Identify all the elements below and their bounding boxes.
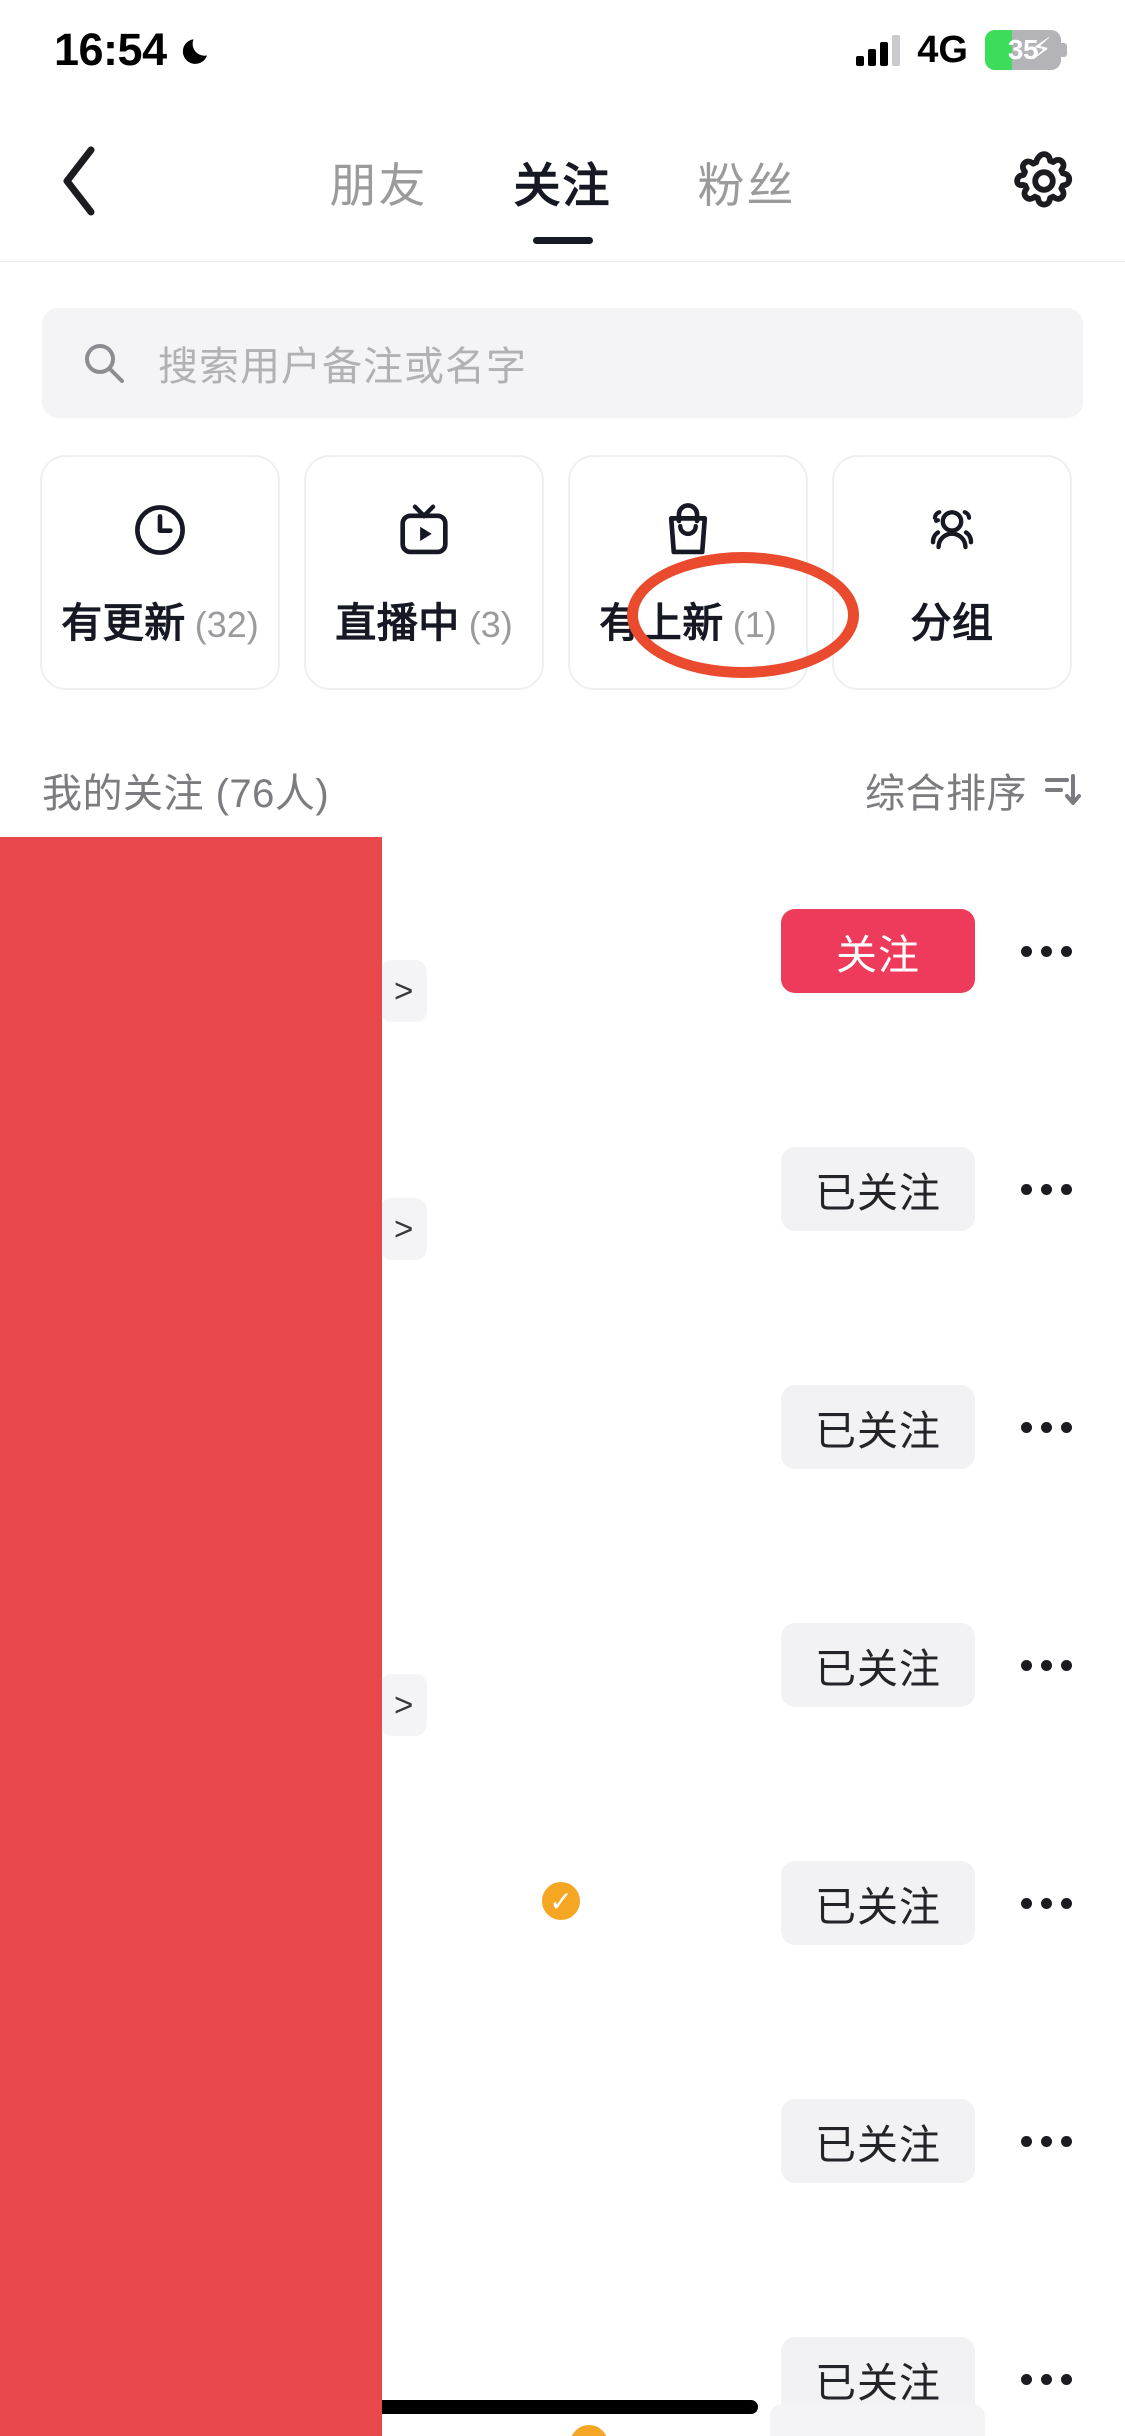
row-actions: 已关注 <box>781 1308 1125 1546</box>
tab-friends[interactable]: 朋友 <box>330 100 428 262</box>
row-expand-chip[interactable] <box>770 2404 985 2436</box>
row-actions: 已关注 <box>781 1546 1125 1784</box>
filter-chip-live[interactable]: 直播中 (3) <box>304 455 544 690</box>
cellular-signal-icon <box>856 34 901 66</box>
home-indicator <box>367 2400 758 2414</box>
filter-chip-newarrivals-label: 有上新 <box>599 599 724 646</box>
settings-button[interactable] <box>1001 138 1087 224</box>
sort-label: 综合排序 <box>865 772 1027 816</box>
sort-filter-icon <box>1045 774 1081 805</box>
following-button[interactable]: 已关注 <box>781 1147 975 1231</box>
status-bar-left: 16:54 <box>54 24 215 76</box>
following-count-label: 我的关注 (76人) <box>42 772 330 816</box>
filter-chip-live-label: 直播中 <box>335 599 460 646</box>
search-placeholder: 搜索用户备注或名字 <box>158 345 527 389</box>
search-icon <box>85 344 124 383</box>
row-actions: 已关注 <box>781 1784 1125 2022</box>
filter-chip-updates-label: 有更新 <box>61 599 186 646</box>
filter-chip-row: 有更新 (32) 直播中 (3) 有上新 (1) 分组 <box>40 455 1085 690</box>
filter-chip-groups[interactable]: 分组 <box>832 455 1072 690</box>
verified-badge-icon: ✓ <box>537 1877 585 1925</box>
status-bar: 16:54 4G 35 ⚡ <box>0 0 1125 100</box>
tab-active-underline <box>532 237 593 244</box>
sort-button[interactable]: 综合排序 <box>865 761 1085 819</box>
following-button[interactable]: 已关注 <box>781 1385 975 1469</box>
row-actions: 已关注 <box>781 2022 1125 2260</box>
gear-icon <box>1014 150 1073 207</box>
row-expand-chip-label: > <box>394 972 414 1009</box>
group-people-icon <box>919 497 985 563</box>
status-bar-right: 4G 35 ⚡ <box>856 29 1067 72</box>
tab-bar: 朋友 关注 粉丝 <box>330 100 796 262</box>
filter-chip-newarrivals[interactable]: 有上新 (1) <box>568 455 808 690</box>
tab-fans[interactable]: 粉丝 <box>698 100 796 262</box>
tab-following[interactable]: 关注 <box>514 100 612 262</box>
tab-friends-label: 朋友 <box>329 158 428 212</box>
crescent-moon-icon <box>181 33 215 67</box>
search-bar[interactable]: 搜索用户备注或名字 <box>42 308 1083 418</box>
row-expand-chip[interactable]: > <box>380 1674 428 1736</box>
row-expand-chip-label: > <box>394 1686 414 1723</box>
section-header: 我的关注 (76人) 综合排序 <box>0 750 1125 830</box>
battery-indicator: 35 ⚡ <box>985 30 1067 70</box>
filter-chip-groups-label: 分组 <box>910 599 994 646</box>
following-button[interactable]: 已关注 <box>781 1861 975 1945</box>
network-type-label: 4G <box>917 28 968 71</box>
row-expand-chip-label: > <box>394 1210 414 1247</box>
follow-button[interactable]: 关注 <box>781 909 975 993</box>
tab-following-label: 关注 <box>513 158 612 212</box>
more-dots-icon[interactable] <box>1009 1623 1083 1707</box>
clock-icon <box>129 497 191 563</box>
row-expand-chip[interactable]: > <box>380 960 428 1022</box>
following-button[interactable]: 已关注 <box>781 1623 975 1707</box>
following-button[interactable]: 已关注 <box>781 2099 975 2183</box>
filter-chip-live-count: (3) <box>468 603 513 645</box>
battery-charging-bolt-icon: ⚡ <box>1030 33 1052 66</box>
more-dots-icon[interactable] <box>1009 1147 1083 1231</box>
chevron-left-icon <box>63 146 95 215</box>
tab-fans-label: 粉丝 <box>697 158 796 212</box>
filter-chip-updates[interactable]: 有更新 (32) <box>40 455 280 690</box>
row-actions: 已关注 <box>781 1070 1125 1308</box>
row-expand-chip[interactable]: > <box>380 1198 428 1260</box>
status-time: 16:54 <box>54 24 167 75</box>
more-dots-icon[interactable] <box>1009 1861 1083 1945</box>
more-dots-icon[interactable] <box>1009 1385 1083 1469</box>
more-dots-icon[interactable] <box>1009 909 1083 993</box>
navigation-bar: 朋友 关注 粉丝 <box>0 100 1125 262</box>
row-actions: 关注 <box>781 832 1125 1070</box>
shopping-bag-icon <box>657 497 719 563</box>
filter-chip-newarrivals-count: (1) <box>732 603 777 645</box>
live-tv-icon <box>393 497 455 563</box>
search-input[interactable]: 搜索用户备注或名字 <box>42 308 1083 418</box>
filter-chip-updates-count: (32) <box>194 603 259 645</box>
more-dots-icon[interactable] <box>1009 2337 1083 2421</box>
back-button[interactable] <box>40 141 120 221</box>
privacy-mask-overlay <box>0 837 382 2436</box>
more-dots-icon[interactable] <box>1009 2099 1083 2183</box>
app-screen: 16:54 4G 35 ⚡ 朋友 关注 粉丝 搜索用户备注或名字 有更新 (32… <box>0 0 1125 2436</box>
